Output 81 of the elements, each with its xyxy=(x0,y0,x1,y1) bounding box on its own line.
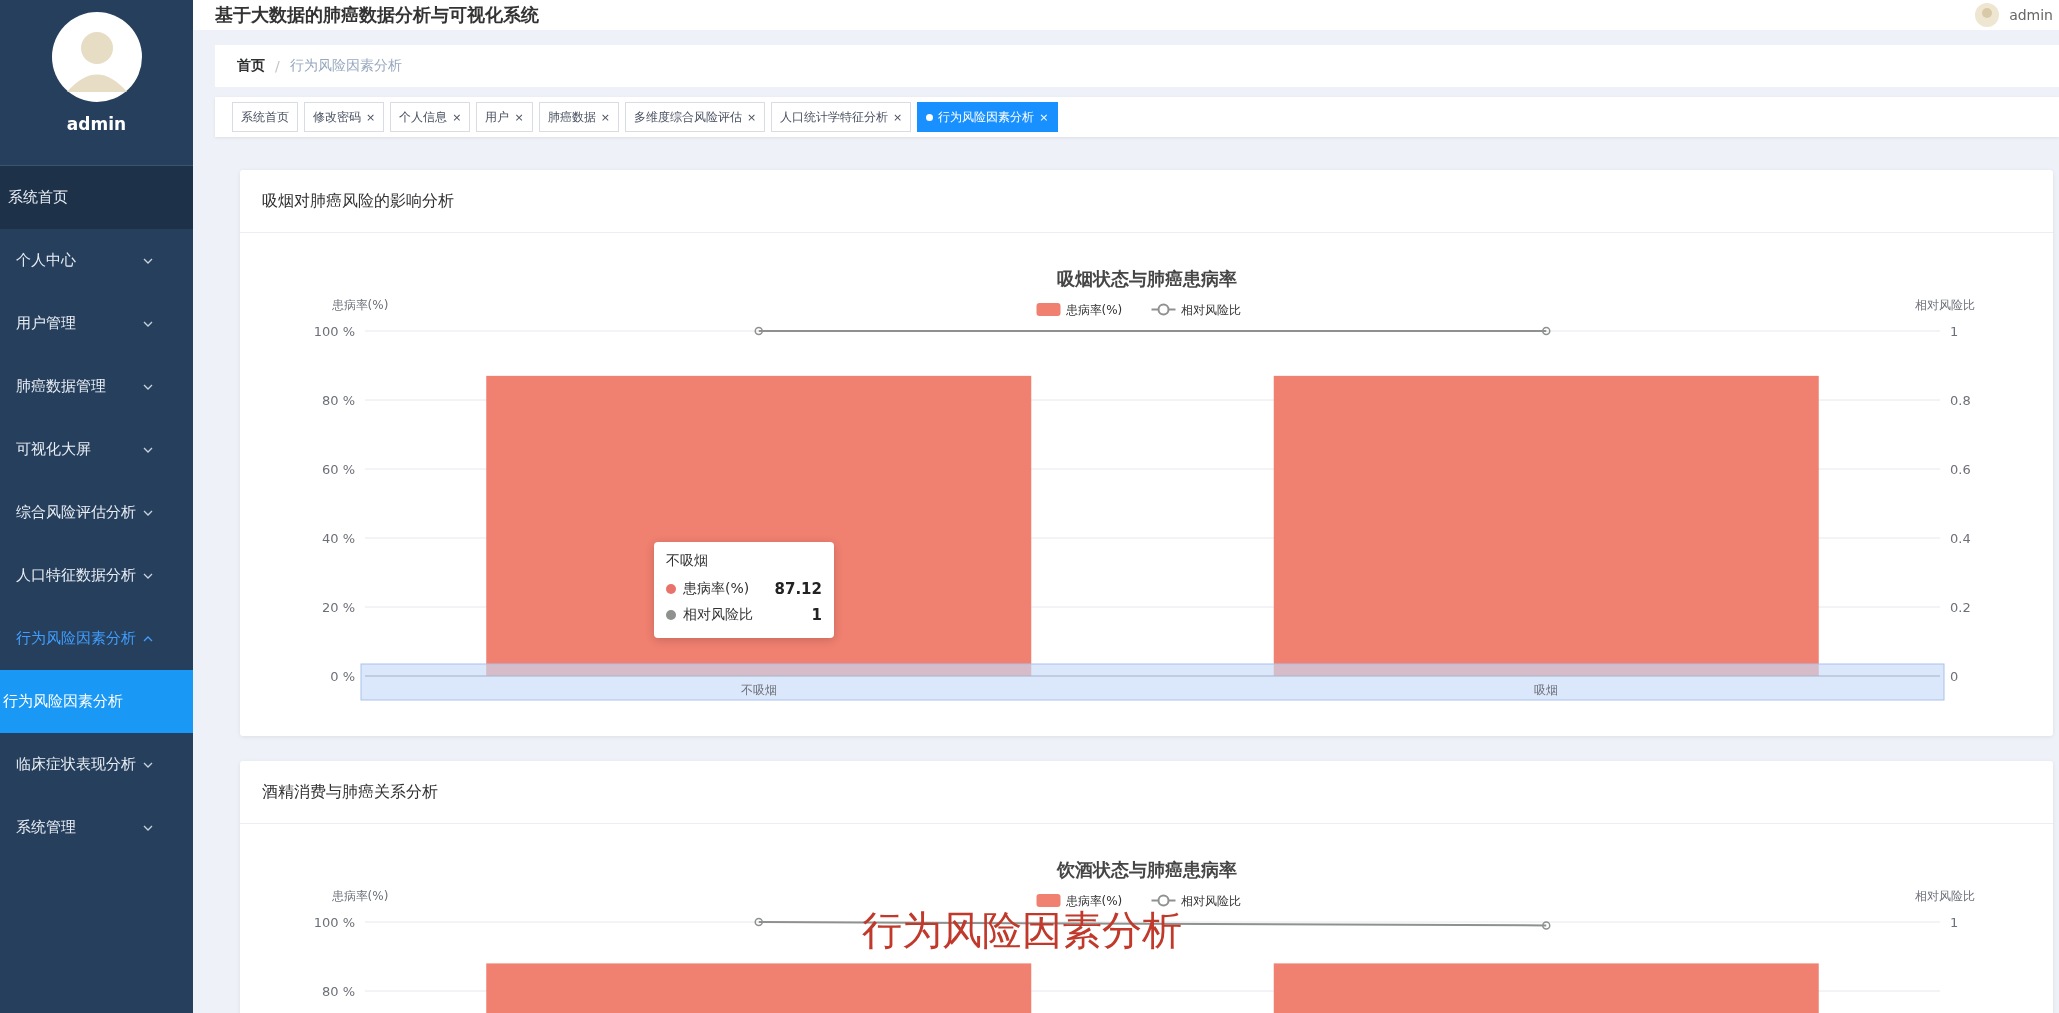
bar[interactable] xyxy=(486,375,1032,676)
bar[interactable] xyxy=(486,963,1032,1013)
chevron-icon xyxy=(143,824,153,831)
close-icon[interactable]: × xyxy=(452,110,462,124)
tab[interactable]: 个人信息 × xyxy=(390,102,471,132)
axis-tick-label: 80 % xyxy=(321,984,355,999)
menu-group[interactable]: 临床症状表现分析 xyxy=(0,733,193,796)
axis-tick-label: 20 % xyxy=(321,600,355,615)
menu-group[interactable]: 系统管理 xyxy=(0,796,193,859)
close-icon[interactable]: × xyxy=(600,110,610,124)
axis-tick-label: 1 xyxy=(1950,915,1959,930)
axis-tick-label: 0 % xyxy=(330,669,355,684)
close-icon[interactable]: × xyxy=(746,110,757,124)
avatar-icon xyxy=(51,12,142,102)
close-icon[interactable]: × xyxy=(514,110,524,124)
menu-group[interactable]: 个人中心 xyxy=(0,229,193,292)
menu-group[interactable]: 人口特征数据分析 xyxy=(0,544,193,607)
chart-title: 饮酒状态与肺癌患病率 xyxy=(1056,859,1237,880)
video-caption: 行为风险因素分析 xyxy=(862,910,1182,950)
chevron-icon xyxy=(143,446,153,453)
chevron-icon xyxy=(143,320,153,327)
axis-tick-label: 不吸烟 xyxy=(740,683,777,697)
breadcrumb-separator: / xyxy=(275,58,280,74)
chevron-icon xyxy=(143,383,153,390)
menu-item[interactable]: 系统首页 xyxy=(0,166,193,229)
tooltip-value: 87.12 xyxy=(774,580,822,598)
axis-tick-label: 吸烟 xyxy=(1534,683,1559,697)
axis-tick-label: 0.8 xyxy=(1950,393,1971,408)
tab[interactable]: 人口统计学特征分析 × xyxy=(771,102,912,132)
close-icon[interactable]: × xyxy=(893,110,903,124)
menu-group[interactable]: 用户管理 xyxy=(0,292,193,355)
axis-tick-label: 100 % xyxy=(313,915,355,930)
zoom-slider[interactable] xyxy=(360,663,1945,701)
avatar-icon xyxy=(1975,3,2000,27)
card-title: 吸烟对肺癌风险的影响分析 xyxy=(262,190,454,212)
axis-tick-label: 1 xyxy=(1950,324,1959,339)
app-title: 基于大数据的肺癌数据分析与可视化系统 xyxy=(215,3,539,27)
chart-title: 吸烟状态与肺癌患病率 xyxy=(1056,268,1237,289)
tab[interactable]: 系统首页 xyxy=(232,102,298,132)
tooltip-label: 相对风险比 xyxy=(683,606,754,624)
axis-title: 相对风险比 xyxy=(1915,298,1975,312)
chevron-icon xyxy=(143,635,153,642)
axis-tick-label: 80 % xyxy=(321,393,355,408)
menu-group[interactable]: 行为风险因素分析 xyxy=(0,607,193,670)
tooltip-value: 1 xyxy=(811,606,822,624)
legend-label[interactable]: 相对风险比 xyxy=(1180,303,1241,317)
axis-title: 患病率(%) xyxy=(331,889,389,903)
tab[interactable]: 修改密码 × xyxy=(304,102,385,132)
tab[interactable]: 肺癌数据 × xyxy=(538,102,619,132)
tooltip-title: 不吸烟 xyxy=(666,552,709,570)
breadcrumb-item: 行为风险因素分析 xyxy=(289,57,402,75)
chevron-icon xyxy=(143,257,153,264)
legend-label[interactable]: 患病率(%) xyxy=(1065,303,1123,317)
axis-tick-label: 40 % xyxy=(321,531,355,546)
chevron-icon xyxy=(143,761,153,768)
axis-tick-label: 0.2 xyxy=(1950,600,1971,615)
chevron-icon xyxy=(143,572,153,579)
menu-group[interactable]: 综合风险评估分析 xyxy=(0,481,193,544)
menu-group[interactable]: 可视化大屏 xyxy=(0,418,193,481)
chevron-icon xyxy=(143,509,153,516)
axis-title: 相对风险比 xyxy=(1915,889,1975,903)
legend-label[interactable]: 患病率(%) xyxy=(1065,894,1123,908)
axis-tick-label: 0 xyxy=(1950,669,1959,684)
bar[interactable] xyxy=(1273,963,1819,1013)
axis-title: 患病率(%) xyxy=(331,298,389,312)
axis-tick-label: 100 % xyxy=(313,324,355,339)
card-title: 酒精消费与肺癌关系分析 xyxy=(262,781,438,803)
username: admin xyxy=(66,114,127,134)
legend-label[interactable]: 相对风险比 xyxy=(1180,894,1241,908)
bar[interactable] xyxy=(1273,375,1819,676)
menu-group[interactable]: 肺癌数据管理 xyxy=(0,355,193,418)
tab[interactable]: 多维度综合风险评估 × xyxy=(624,102,766,132)
axis-tick-label: 0.4 xyxy=(1950,531,1971,546)
axis-tick-label: 60 % xyxy=(321,462,355,477)
close-icon[interactable]: × xyxy=(366,110,376,124)
breadcrumb-item[interactable]: 首页 xyxy=(237,57,265,75)
active-dot-icon xyxy=(926,113,934,121)
user-name[interactable]: admin xyxy=(2009,7,2053,23)
axis-tick-label: 0.6 xyxy=(1950,462,1971,477)
tab[interactable]: 用户 × xyxy=(476,102,533,132)
tooltip-label: 患病率(%) xyxy=(683,580,751,598)
